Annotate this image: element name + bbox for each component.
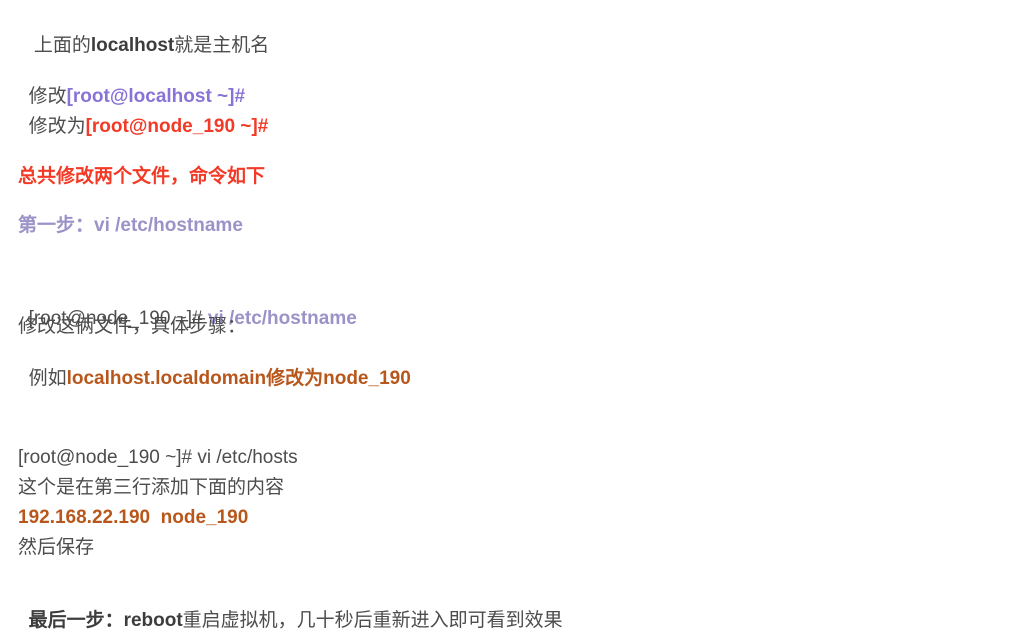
intro-line: 上面的localhost就是主机名 — [18, 13, 269, 57]
modify-to-value: [root@node_190 ~]# — [85, 116, 269, 137]
save-instruction: 然后保存 — [18, 537, 95, 558]
step1-heading: 第一步：vi /etc/hostname — [18, 215, 243, 236]
cmd1-example-line: 例如localhost.localdomain修改为node_190 — [18, 346, 411, 390]
intro-suffix: 就是主机名 — [174, 35, 270, 56]
modify-to-label: 修改为 — [28, 116, 86, 137]
hosts-entry: 192.168.22.190 node_190 — [18, 507, 249, 528]
cmd2-line: [root@node_190 ~]# vi /etc/hosts — [18, 447, 298, 468]
intro-hostname: localhost — [90, 35, 175, 56]
cmd1-description: 修改这俩文件，具体步骤： — [18, 316, 247, 337]
intro-prefix: 上面的 — [28, 35, 91, 56]
modify-to-line: 修改为[root@node_190 ~]# — [18, 94, 269, 138]
cmd1-example-value: localhost.localdomain修改为node_190 — [66, 368, 411, 389]
cmd2-description: 这个是在第三行添加下面的内容 — [18, 477, 285, 498]
final-step-text: 重启虚拟机，几十秒后重新进入即可看到效果 — [182, 610, 563, 631]
final-step-line: 最后一步：reboot重启虚拟机，几十秒后重新进入即可看到效果 — [18, 588, 563, 632]
cmd1-example-prefix: 例如 — [28, 368, 67, 389]
summary-heading: 总共修改两个文件，命令如下 — [18, 166, 266, 187]
final-step-label: 最后一步：reboot — [28, 610, 183, 631]
